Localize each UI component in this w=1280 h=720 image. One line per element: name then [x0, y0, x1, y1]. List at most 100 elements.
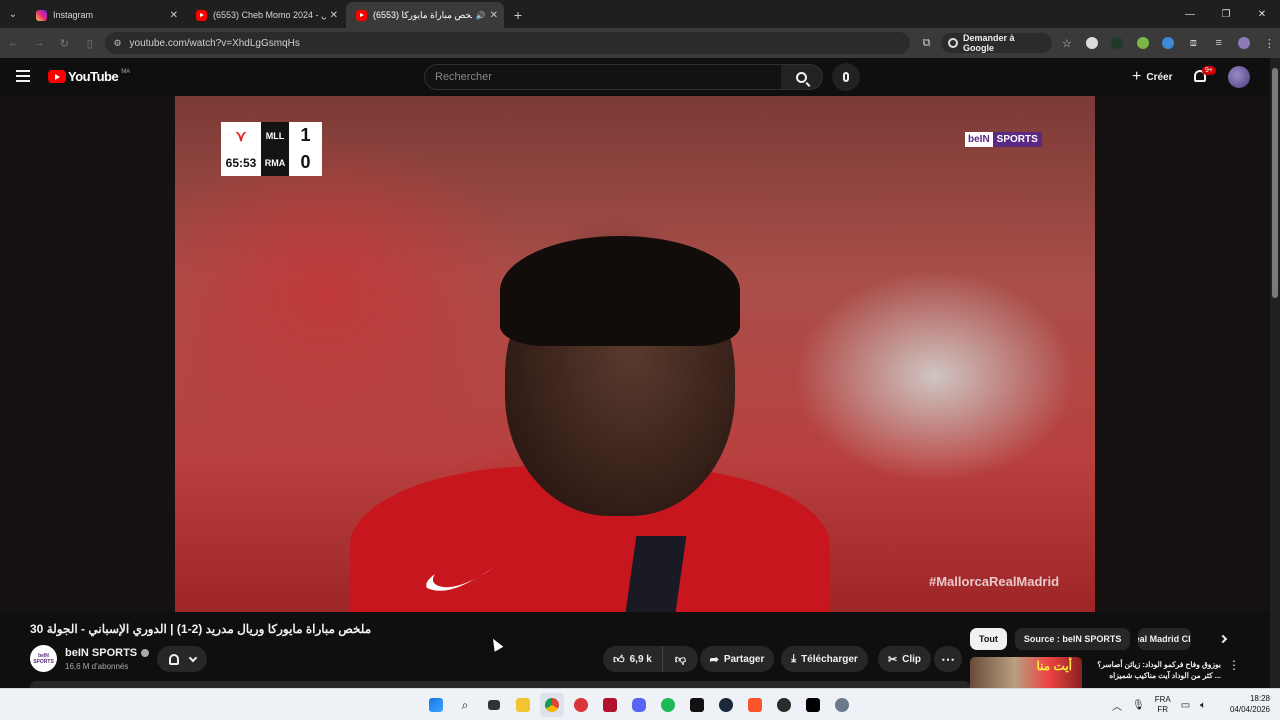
create-label: Créer	[1146, 71, 1173, 83]
subscription-bell-button[interactable]	[157, 646, 207, 672]
app-dark-circle-icon[interactable]	[772, 693, 796, 717]
bookmark-star-icon[interactable]: ☆	[1056, 32, 1077, 54]
youtube-logo[interactable]: YouTube MA	[48, 69, 130, 84]
chips-next-button[interactable]	[1216, 632, 1230, 646]
broadcaster-logo-part2: SPORTS	[992, 132, 1042, 147]
share-button[interactable]: ➦ Partager	[700, 646, 774, 672]
extension-leaf-icon[interactable]	[1132, 32, 1153, 54]
chip-all[interactable]: Tout	[970, 628, 1007, 650]
tab-cheb-momo[interactable]: (6553) Cheb Momo 2024 - يول ✕	[186, 2, 344, 28]
chip-source[interactable]: Source : beIN SPORTS	[1014, 628, 1131, 650]
url-text: youtube.com/watch?v=XhdLgGsmqHs	[129, 37, 300, 49]
language-indicator[interactable]: FRA FR	[1155, 695, 1171, 715]
channel-logo[interactable]: beIN SPORTS	[30, 645, 57, 672]
thumbnail-text: أيت منا	[1036, 659, 1073, 673]
avatar[interactable]	[1228, 66, 1250, 88]
back-icon[interactable]: ←	[2, 31, 25, 55]
thumbs-up-icon: 👍︎	[613, 653, 625, 666]
chrome-icon[interactable]	[540, 693, 564, 717]
tray-chevron-up-icon[interactable]: ︿	[1112, 698, 1122, 713]
browser-menu-icon[interactable]: ⋮	[1259, 32, 1280, 54]
ask-google-label: Demander à Google	[962, 33, 1015, 53]
broadcaster-logo: beIN SPORTS	[965, 132, 1042, 147]
app-red-a-icon[interactable]	[598, 693, 622, 717]
away-team: RMA	[261, 149, 289, 176]
thumbs-down-icon: 👎︎	[674, 653, 687, 666]
restore-icon[interactable]: ❐	[1208, 0, 1244, 28]
taskbar-apps: ⌕	[424, 693, 854, 717]
menu-icon[interactable]	[16, 70, 30, 82]
extension-ghost-icon[interactable]	[1081, 32, 1102, 54]
task-view-icon[interactable]	[482, 693, 506, 717]
related-filter-chips: Tout Source : beIN SPORTS Real Madrid Cl…	[970, 628, 1192, 650]
subscriber-count: 16,6 M d'abonnés	[65, 662, 129, 671]
file-explorer-icon[interactable]	[511, 693, 535, 717]
close-window-icon[interactable]: ✕	[1244, 0, 1280, 28]
search-input[interactable]: Rechercher	[424, 64, 782, 90]
close-tab-icon[interactable]: ✕	[170, 10, 178, 21]
tab-search-dropdown-icon[interactable]: ⌄	[0, 0, 26, 28]
youtube-play-icon	[48, 70, 66, 83]
speaker-icon[interactable]: 🔊	[476, 11, 486, 20]
reload-icon[interactable]: ↻	[53, 31, 76, 55]
share-arrow-icon: ➦	[709, 653, 719, 666]
steam-icon[interactable]	[714, 693, 738, 717]
tab-instagram[interactable]: Instagram ✕	[26, 2, 184, 28]
recommendation-thumbnail[interactable]: أيت منا	[970, 657, 1082, 688]
discord-icon[interactable]	[627, 693, 651, 717]
browser-toolbar: ← → ↻ ▯ ⚙ youtube.com/watch?v=XhdLgGsmqH…	[0, 28, 1280, 58]
tray-microphone-icon[interactable]: 🎙︎	[1132, 700, 1145, 711]
volume-icon[interactable]: 🔈︎	[1200, 700, 1206, 711]
settings-gear-icon[interactable]	[830, 693, 854, 717]
site-info-icon[interactable]: ⚙	[113, 38, 121, 49]
tab-active-video[interactable]: (6553) ملخص مباراة مايوركا 🔊 ✕	[346, 2, 504, 28]
capcut-icon[interactable]	[685, 693, 709, 717]
network-icon[interactable]: ▭	[1181, 700, 1190, 711]
windows-start-icon[interactable]	[424, 693, 448, 717]
minimize-icon[interactable]: —	[1172, 0, 1208, 28]
video-player[interactable]: ⋎ MLL 1 65:53 RMA 0 beIN SPORTS #Mallorc…	[0, 96, 1270, 612]
system-clock[interactable]: 18:28 04/04/2026	[1222, 693, 1270, 715]
close-tab-icon[interactable]: ✕	[490, 10, 498, 21]
more-actions-button[interactable]: ⋯	[934, 646, 962, 672]
recommendation-menu-icon[interactable]: ⋮	[1228, 658, 1240, 672]
dislike-button[interactable]: 👎︎	[663, 646, 698, 672]
call-of-duty-icon[interactable]	[801, 693, 825, 717]
notification-badge: 9+	[1202, 66, 1216, 75]
recommendation-title[interactable]: بوزوق وفاح فركمو الوداد: زيائن أصاسر؟ ..…	[1089, 659, 1221, 681]
like-dislike-group: 👍︎ 6,9 k 👎︎	[603, 646, 698, 672]
search-button[interactable]	[781, 64, 823, 90]
extensions-puzzle-icon[interactable]: ⧈	[1183, 32, 1204, 54]
verified-badge-icon	[141, 649, 150, 657]
extension-slash-icon[interactable]	[1107, 32, 1128, 54]
app-red-circle-icon[interactable]	[569, 693, 593, 717]
tab-title: (6553) ملخص مباراة مايوركا	[373, 9, 472, 20]
taskbar-search-icon[interactable]: ⌕	[453, 693, 477, 717]
spotify-icon[interactable]	[656, 693, 680, 717]
keyboard-layout: FR	[1157, 705, 1169, 714]
chip-real-madrid[interactable]: Real Madrid Club	[1138, 628, 1192, 650]
clip-button[interactable]: ✂ Clip	[878, 646, 931, 672]
like-button[interactable]: 👍︎ 6,9 k	[603, 646, 663, 672]
close-tab-icon[interactable]: ✕	[330, 10, 338, 21]
download-icon: ⤓	[791, 652, 797, 665]
reading-list-icon[interactable]: ≡	[1208, 32, 1229, 54]
profile-icon[interactable]	[1233, 32, 1254, 54]
ask-google-button[interactable]: Demander à Google	[941, 33, 1053, 53]
channel-name-link[interactable]: beIN SPORTS	[65, 647, 150, 659]
create-button[interactable]: + Créer	[1124, 65, 1180, 89]
country-code: MA	[121, 69, 131, 75]
cast-icon[interactable]: ⧉	[916, 32, 937, 54]
address-bar[interactable]: ⚙ youtube.com/watch?v=XhdLgGsmqHs	[105, 32, 910, 54]
download-button[interactable]: ⤓ Télécharger	[781, 646, 868, 672]
voice-search-button[interactable]	[832, 63, 860, 91]
new-tab-button[interactable]: +	[506, 2, 530, 28]
forward-icon[interactable]: →	[27, 31, 50, 55]
instagram-icon	[36, 9, 47, 21]
brave-icon[interactable]	[743, 693, 767, 717]
split-view-icon[interactable]: ▯	[78, 31, 101, 55]
page-scrollbar[interactable]	[1270, 58, 1280, 688]
plus-icon: +	[1132, 68, 1142, 85]
scrollbar-thumb[interactable]	[1272, 68, 1278, 298]
extension-blue-icon[interactable]	[1157, 32, 1178, 54]
